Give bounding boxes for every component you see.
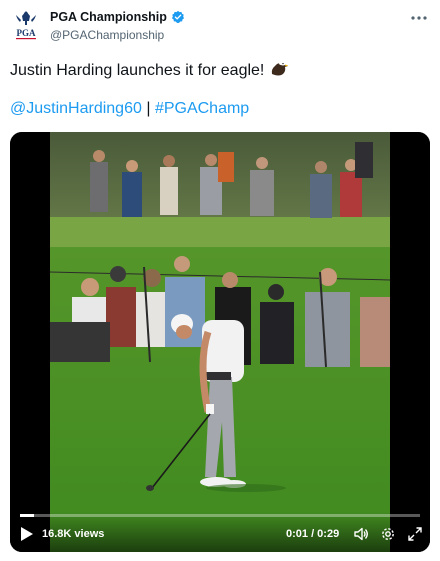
- play-icon[interactable]: [20, 526, 34, 542]
- logo-text: PGA: [17, 28, 36, 38]
- video-player[interactable]: 16.8K views 0:01 / 0:29: [10, 132, 430, 552]
- video-controls: 16.8K views 0:01 / 0:29: [10, 512, 430, 552]
- separator: |: [146, 100, 151, 117]
- verified-badge-icon: [171, 10, 184, 24]
- display-name[interactable]: PGA Championship: [50, 10, 167, 24]
- volume-icon[interactable]: [353, 526, 369, 542]
- video-time: 0:01 / 0:29: [286, 528, 340, 540]
- fullscreen-icon[interactable]: [407, 526, 423, 542]
- account-handle[interactable]: @PGAChampionship: [50, 28, 164, 42]
- settings-icon[interactable]: [380, 526, 396, 542]
- pga-logo-avatar[interactable]: PGA: [11, 9, 41, 43]
- account-name-row[interactable]: PGA Championship: [50, 10, 185, 24]
- tweet-body: Justin Harding launches it for eagle!: [10, 62, 265, 79]
- view-count: 16.8K views: [42, 528, 105, 540]
- hashtag-link[interactable]: #PGAChamp: [155, 100, 249, 117]
- video-progress-bar[interactable]: [20, 514, 420, 517]
- more-options-button[interactable]: [408, 8, 430, 28]
- video-frame[interactable]: [10, 132, 430, 552]
- mention-link[interactable]: @JustinHarding60: [10, 100, 142, 117]
- tweet-card: PGA PGA Championship @PGAChampionship Ju…: [0, 0, 440, 561]
- more-icon: [411, 16, 427, 20]
- eagle-emoji: [271, 61, 289, 76]
- tweet-text: Justin Harding launches it for eagle!: [10, 60, 289, 80]
- video-progress-fill: [20, 514, 34, 517]
- tweet-links: @JustinHarding60 | #PGAChamp: [10, 100, 249, 118]
